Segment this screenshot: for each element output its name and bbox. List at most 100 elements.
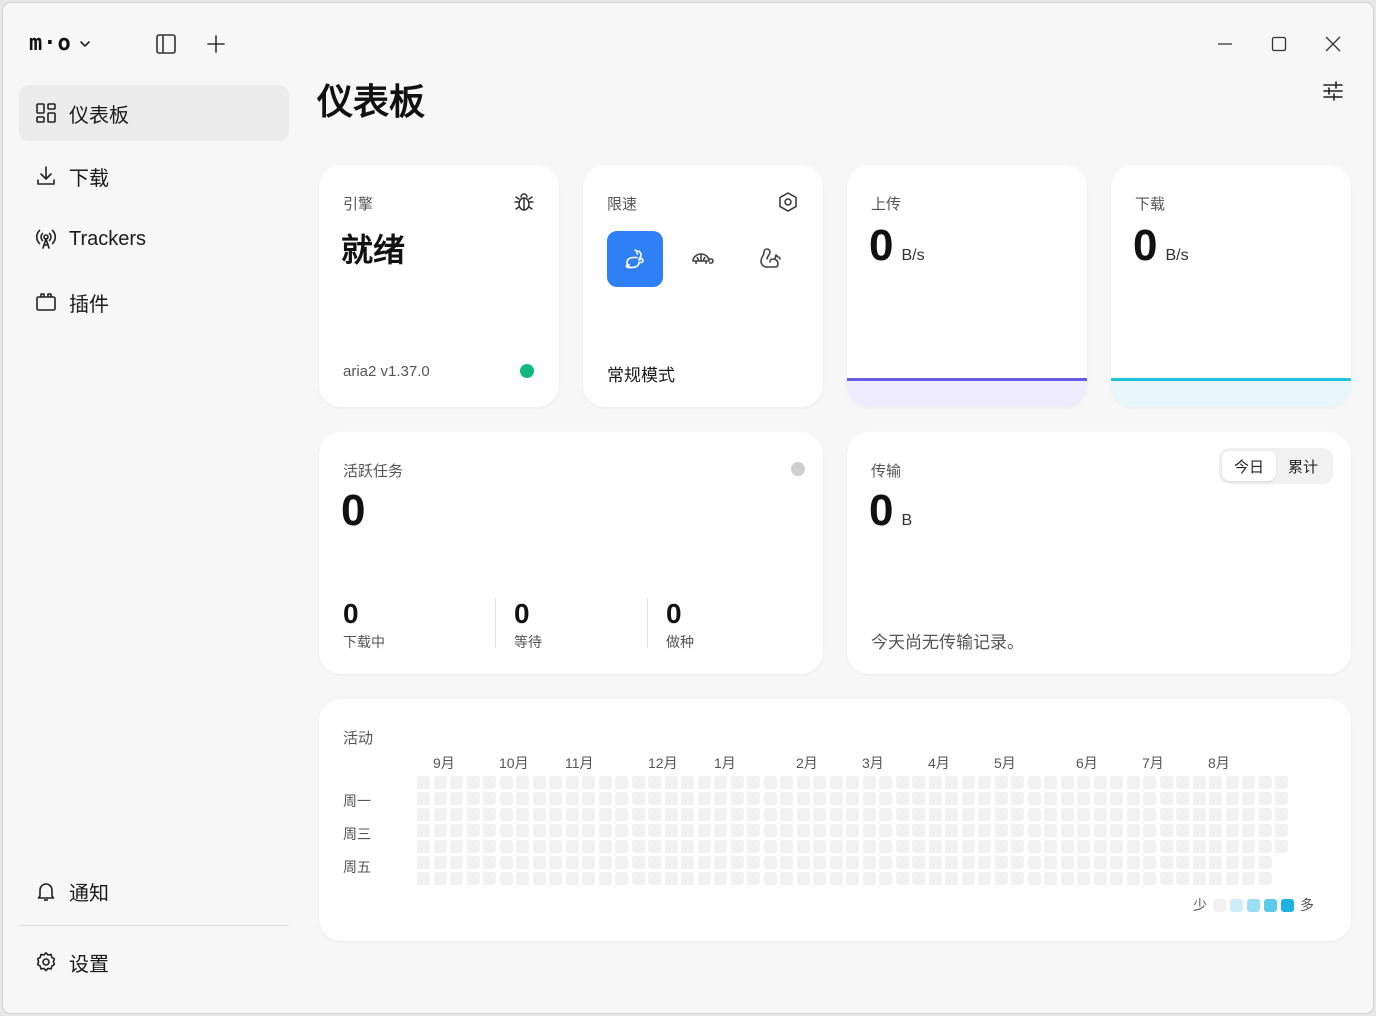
- heatmap-cell: [697, 808, 711, 821]
- heatmap-cell: [978, 792, 991, 805]
- heatmap-cell: [730, 776, 744, 789]
- heatmap-cell: [1011, 808, 1024, 821]
- title-bar: m·o: [3, 3, 1373, 83]
- heatmap-cell: [516, 808, 529, 821]
- heatmap-cell: [1126, 776, 1140, 789]
- heatmap-cell: [450, 776, 463, 789]
- mode-slow-button[interactable]: [675, 231, 731, 287]
- heatmap-cell: [1044, 872, 1057, 885]
- heatmap-cell: [582, 856, 595, 869]
- settings-hexagon-icon[interactable]: [777, 191, 799, 213]
- heatmap-cell: [1242, 856, 1255, 869]
- heatmap-cell: [945, 872, 958, 885]
- heatmap-cell: [1060, 792, 1074, 805]
- heatmap-cell: [499, 872, 513, 885]
- heatmap-cell: [994, 856, 1008, 869]
- heatmap-cell: [549, 856, 562, 869]
- customize-button[interactable]: [1315, 73, 1351, 109]
- heatmap-cell: [945, 776, 958, 789]
- heatmap-cell: [829, 792, 843, 805]
- heatmap-cell: [961, 872, 975, 885]
- heatmap-cell: [1060, 856, 1074, 869]
- heatmap-cell: [1225, 840, 1239, 853]
- engine-version: aria2 v1.37.0: [343, 363, 430, 380]
- minimize-button[interactable]: [1207, 27, 1243, 61]
- stat-waiting: 0 等待: [514, 598, 542, 652]
- heatmap-cell: [1258, 856, 1272, 869]
- stat-value: 0: [514, 598, 530, 629]
- heatmap-cell: [450, 792, 463, 805]
- heatmap-cell: [879, 776, 892, 789]
- heatmap-cell: [1077, 808, 1090, 821]
- heatmap-cell: [631, 840, 645, 853]
- tab-total[interactable]: 累计: [1276, 451, 1330, 481]
- legend-high-label: 多: [1300, 897, 1314, 913]
- heatmap-cell: [483, 824, 496, 837]
- heatmap-cell: [763, 872, 777, 885]
- heatmap-cell: [780, 856, 793, 869]
- heatmap-cell: [912, 808, 925, 821]
- month-label: 2月: [796, 755, 818, 771]
- close-button[interactable]: [1315, 27, 1351, 61]
- heatmap-cell: [565, 776, 579, 789]
- heatmap-cell: [780, 824, 793, 837]
- heatmap-cell: [747, 792, 760, 805]
- upload-value: 0: [869, 221, 894, 270]
- bug-icon[interactable]: [513, 191, 535, 213]
- sidebar-item-downloads[interactable]: 下载: [19, 148, 289, 204]
- sidebar-toggle-icon: [156, 34, 176, 54]
- heatmap-cell: [747, 808, 760, 821]
- heatmap-cell: [697, 840, 711, 853]
- transfer-value: 0: [869, 486, 894, 535]
- heatmap-cell: [1126, 824, 1140, 837]
- sidebar-item-dashboard[interactable]: 仪表板: [19, 85, 289, 141]
- heatmap-cell: [763, 808, 777, 821]
- heatmap-cell: [1143, 872, 1156, 885]
- mode-fast-button[interactable]: [743, 231, 799, 287]
- heatmap-cell: [714, 776, 727, 789]
- transfer-unit: B: [901, 512, 913, 529]
- activity-card: 活动 9月 10月 11月 12月 1月 2月 3月 4月 5月 6月 7月 8…: [319, 699, 1351, 941]
- mode-normal-button[interactable]: [607, 231, 663, 287]
- heatmap-cell: [1176, 856, 1189, 869]
- heatmap-cell: [780, 872, 793, 885]
- heatmap-cell: [780, 840, 793, 853]
- heatmap-cell: [1225, 808, 1239, 821]
- heatmap-cell: [714, 792, 727, 805]
- heatmap-cell: [1110, 872, 1123, 885]
- heatmap-cell: [466, 856, 480, 869]
- heatmap-cell: [730, 824, 744, 837]
- heatmap-cell: [978, 776, 991, 789]
- sidebar-item-trackers[interactable]: Trackers: [19, 211, 289, 267]
- add-task-button[interactable]: [201, 29, 231, 59]
- antenna-icon: [35, 229, 57, 249]
- heatmap-cell: [1192, 792, 1206, 805]
- heatmap-cell: [763, 824, 777, 837]
- heatmap-cell: [631, 776, 645, 789]
- speed-limit-label: 限速: [607, 196, 638, 213]
- heatmap-cell: [813, 792, 826, 805]
- speed-limit-card: 限速 常规模式: [583, 165, 823, 407]
- toggle-sidebar-button[interactable]: [151, 29, 181, 59]
- sidebar-item-plugins[interactable]: 插件: [19, 274, 289, 330]
- tab-today[interactable]: 今日: [1222, 451, 1276, 481]
- app-menu-button[interactable]: m·o: [29, 31, 92, 56]
- stat-seeding: 0 做种: [666, 598, 694, 652]
- heatmap-cell: [681, 776, 694, 789]
- heatmap-cell: [681, 840, 694, 853]
- heatmap-cell: [1209, 808, 1222, 821]
- maximize-button[interactable]: [1261, 27, 1297, 61]
- active-tasks-card: 活跃任务 0 0 下载中 0 等待 0 做种: [319, 432, 823, 674]
- engine-card: 引擎 就绪 aria2 v1.37.0: [319, 165, 559, 407]
- minimize-icon: [1218, 43, 1232, 45]
- heatmap-cell: [697, 872, 711, 885]
- heatmap-cell: [813, 872, 826, 885]
- month-label: 8月: [1208, 755, 1230, 771]
- heatmap-cell: [681, 872, 694, 885]
- sidebar-item-notifications[interactable]: 通知: [19, 863, 289, 919]
- grid-icon: [36, 103, 56, 123]
- plugin-icon: [36, 293, 56, 311]
- stat-label: 等待: [514, 634, 542, 650]
- heatmap-cell: [598, 824, 612, 837]
- sidebar-item-settings[interactable]: 设置: [19, 934, 289, 990]
